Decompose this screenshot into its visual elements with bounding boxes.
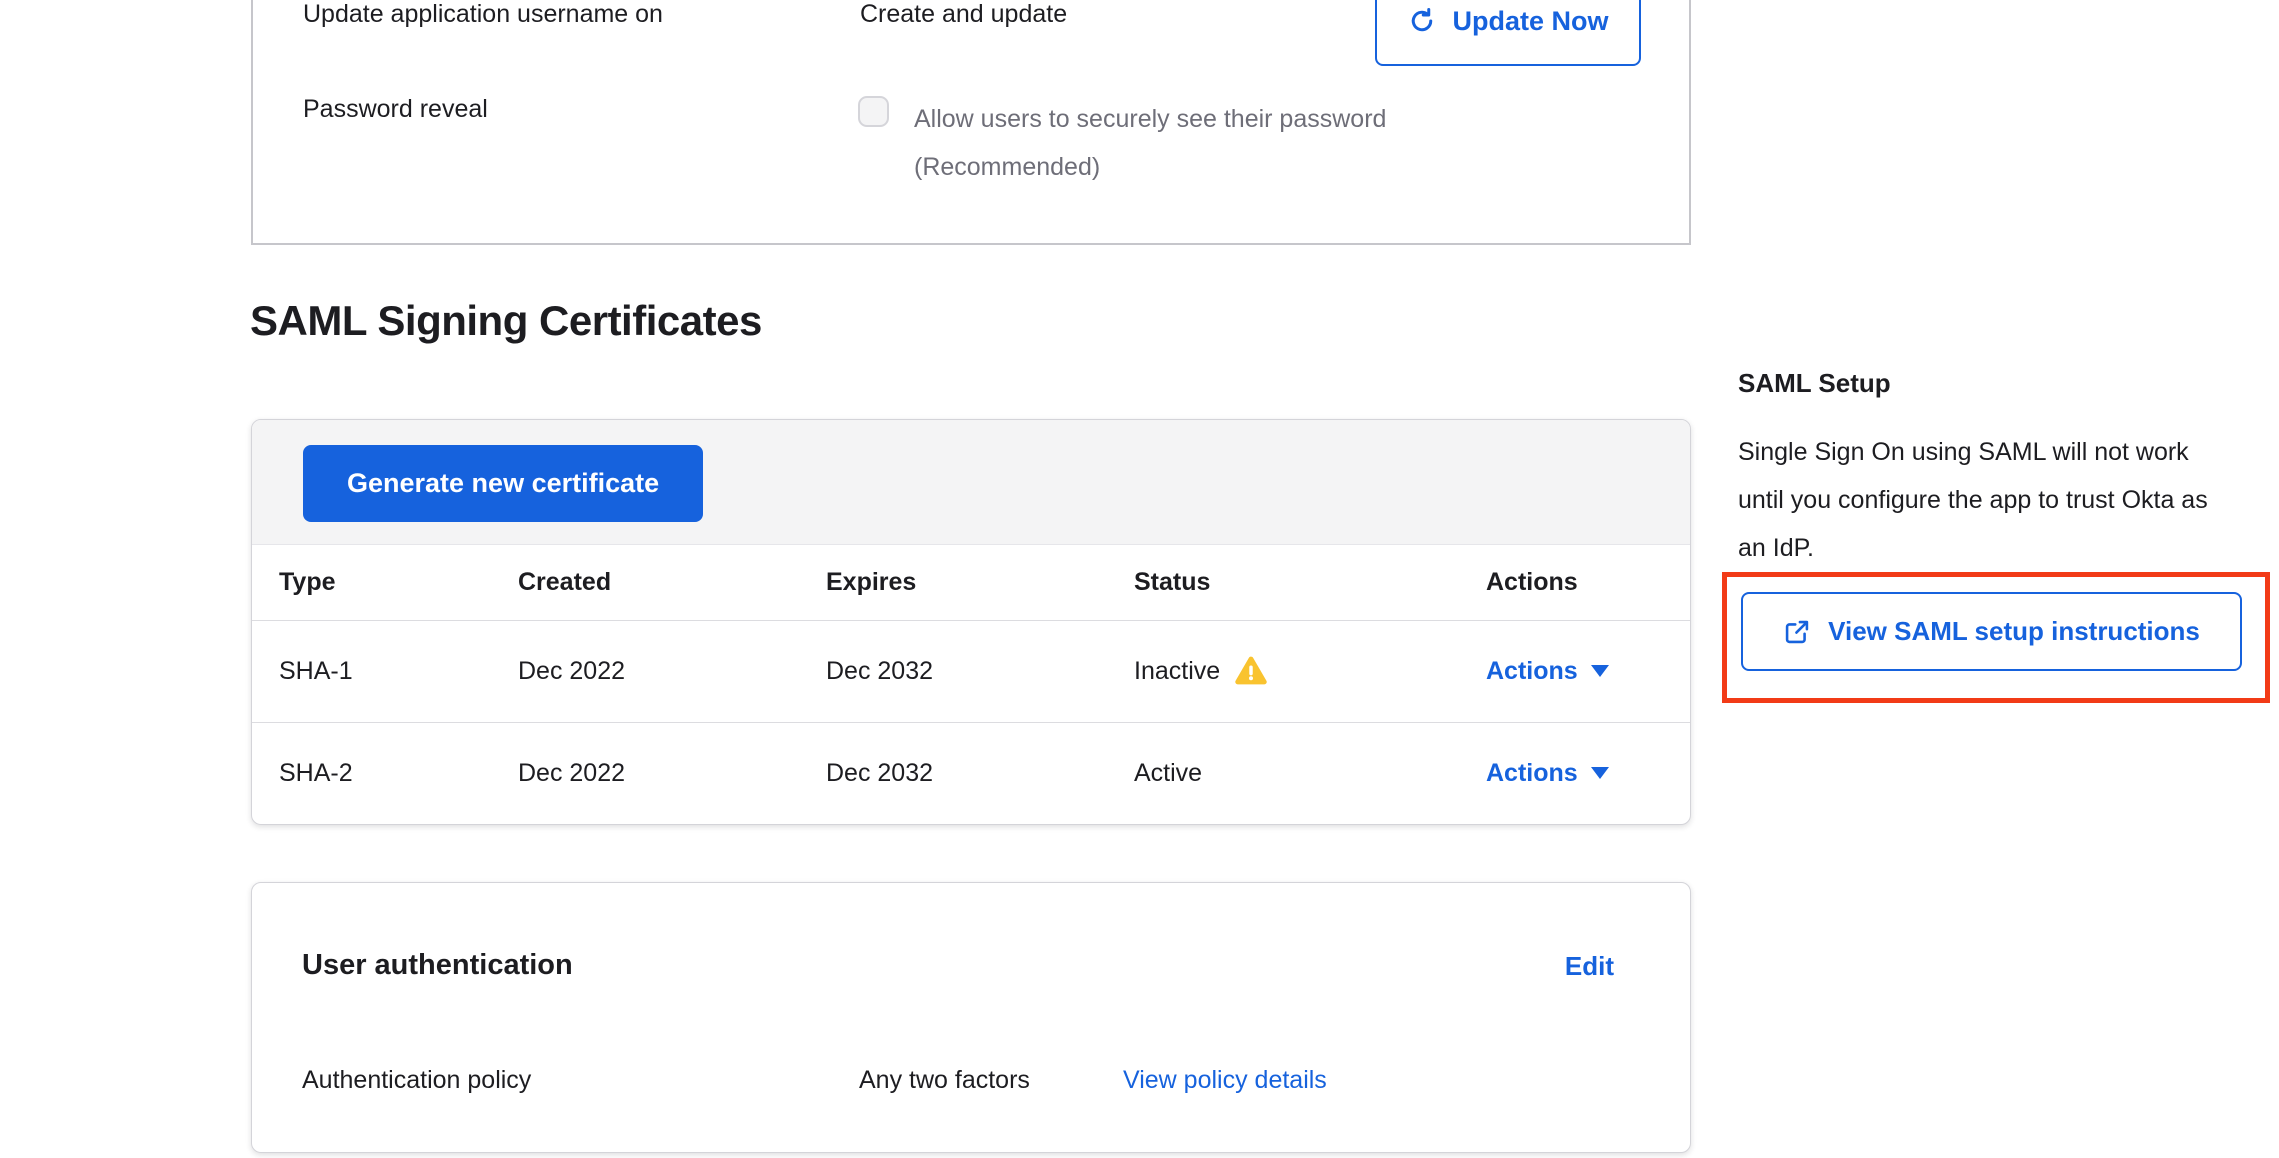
cert-created: Dec 2022 [491, 620, 799, 722]
username-update-value: Create and update [860, 0, 1067, 29]
okta-app-settings-page: Update application username on Create an… [0, 0, 2279, 1158]
view-saml-instructions-button[interactable]: View SAML setup instructions [1741, 592, 2242, 671]
table-header-row: Type Created Expires Status Actions [252, 545, 1690, 620]
cert-type: SHA-2 [252, 722, 491, 824]
update-now-button[interactable]: Update Now [1375, 0, 1641, 66]
password-reveal-description: Allow users to securely see their passwo… [914, 95, 1476, 191]
cert-expires: Dec 2032 [799, 722, 1107, 824]
table-row: SHA-2 Dec 2022 Dec 2032 Active Actions [252, 722, 1690, 824]
col-header-created: Created [491, 545, 799, 620]
saml-setup-title: SAML Setup [1738, 368, 1891, 399]
actions-label: Actions [1486, 657, 1578, 686]
page-title: SAML Signing Certificates [250, 297, 762, 345]
certificates-table: Type Created Expires Status Actions SHA-… [252, 545, 1690, 824]
status-text: Active [1134, 759, 1202, 788]
chevron-down-icon [1591, 767, 1609, 779]
password-reveal-checkbox[interactable] [858, 96, 889, 127]
status-badge: Active [1134, 759, 1459, 788]
certificates-toolbar: Generate new certificate [252, 420, 1690, 545]
actions-dropdown[interactable]: Actions [1486, 657, 1609, 686]
warning-icon [1235, 656, 1267, 686]
generate-certificate-button[interactable]: Generate new certificate [303, 445, 703, 522]
username-update-label: Update application username on [303, 0, 663, 29]
cert-created: Dec 2022 [491, 722, 799, 824]
status-badge: Inactive [1134, 656, 1459, 686]
certificates-card: Generate new certificate Type Created Ex… [251, 419, 1691, 825]
password-reveal-label: Password reveal [303, 95, 488, 124]
col-header-actions: Actions [1459, 545, 1690, 620]
actions-dropdown[interactable]: Actions [1486, 759, 1609, 788]
table-row: SHA-1 Dec 2022 Dec 2032 Inactive [252, 620, 1690, 722]
auth-policy-label: Authentication policy [302, 1066, 531, 1095]
view-saml-instructions-label: View SAML setup instructions [1828, 616, 2200, 647]
cert-type: SHA-1 [252, 620, 491, 722]
external-link-icon [1783, 618, 1811, 646]
update-now-label: Update Now [1452, 6, 1608, 37]
user-authentication-card: User authentication Edit Authentication … [251, 882, 1691, 1153]
cert-expires: Dec 2032 [799, 620, 1107, 722]
auth-policy-value: Any two factors [859, 1066, 1030, 1095]
refresh-icon [1407, 6, 1437, 36]
edit-link[interactable]: Edit [1565, 951, 1614, 982]
col-header-type: Type [252, 545, 491, 620]
status-text: Inactive [1134, 657, 1220, 686]
col-header-status: Status [1107, 545, 1459, 620]
card-title: User authentication [302, 949, 573, 982]
saml-setup-description: Single Sign On using SAML will not work … [1738, 428, 2216, 572]
col-header-expires: Expires [799, 545, 1107, 620]
view-policy-details-link[interactable]: View policy details [1123, 1066, 1327, 1095]
chevron-down-icon [1591, 665, 1609, 677]
actions-label: Actions [1486, 759, 1578, 788]
